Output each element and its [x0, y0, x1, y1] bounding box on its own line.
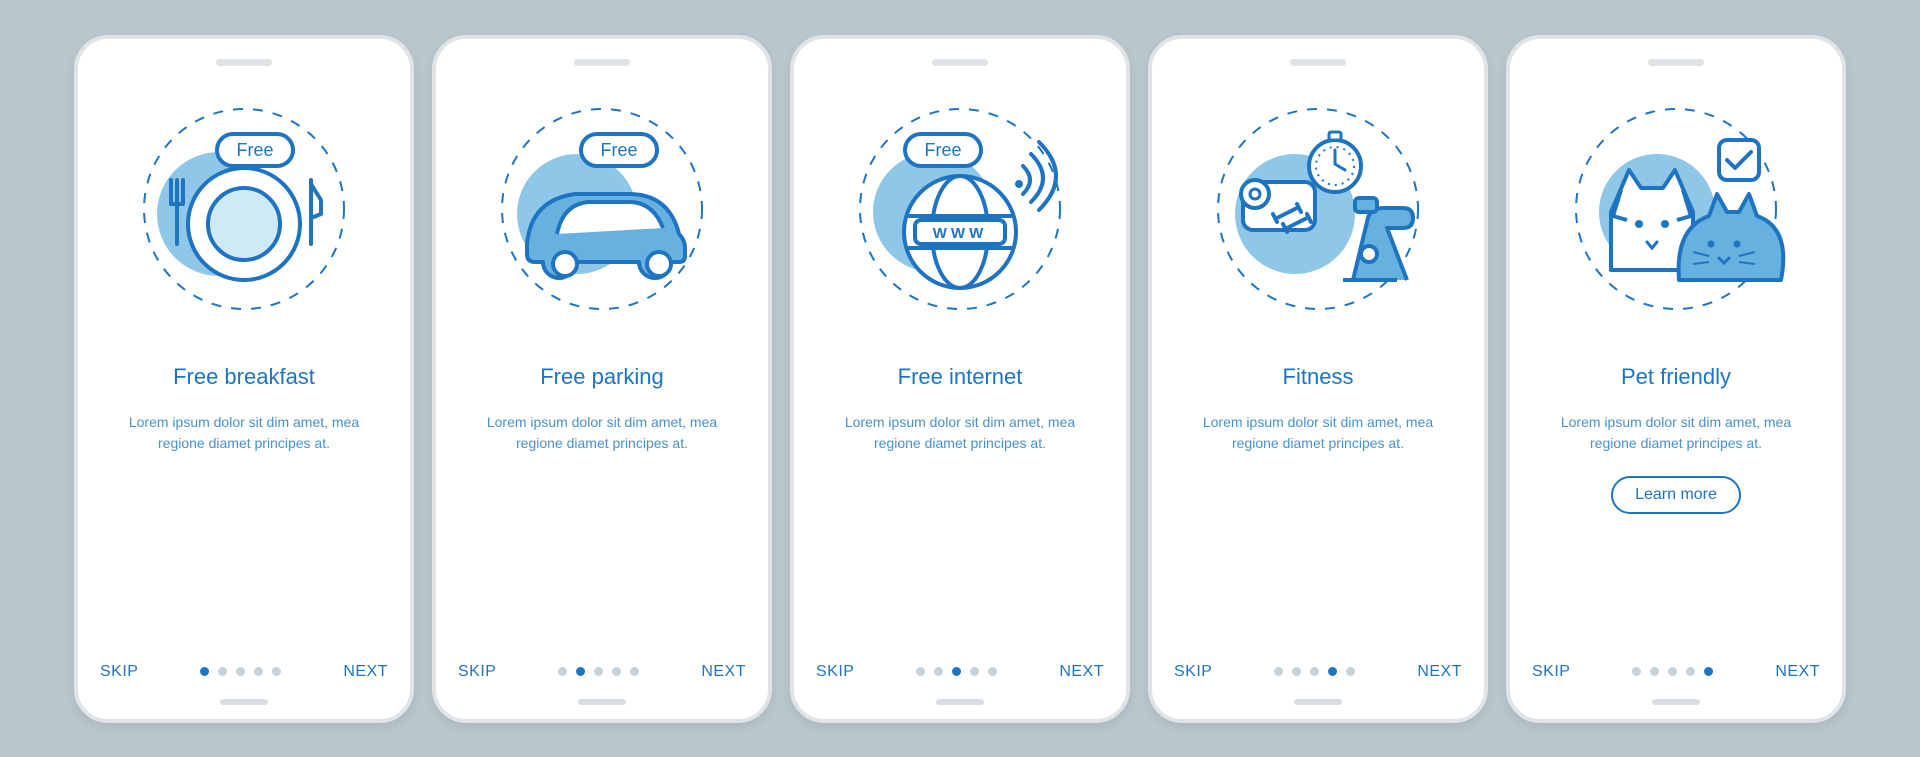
onboarding-body: Lorem ipsum dolor sit dim amet, mea regi…: [1198, 412, 1438, 454]
onboarding-body: Lorem ipsum dolor sit dim amet, mea regi…: [124, 412, 364, 454]
onboarding-nav: SKIP NEXT: [1174, 663, 1462, 681]
skip-button[interactable]: SKIP: [458, 663, 496, 681]
page-dot[interactable]: [988, 667, 997, 676]
breakfast-icon: Free: [129, 94, 359, 324]
home-indicator: [1294, 699, 1342, 705]
home-indicator: [1652, 699, 1700, 705]
page-dot[interactable]: [1310, 667, 1319, 676]
car-icon: Free: [487, 94, 717, 324]
onboarding-body: Lorem ipsum dolor sit dim amet, mea regi…: [1556, 412, 1796, 454]
onboarding-nav: SKIP NEXT: [458, 663, 746, 681]
next-button[interactable]: NEXT: [1417, 663, 1462, 681]
phone-speaker: [1290, 59, 1346, 66]
onboarding-nav: SKIP NEXT: [100, 663, 388, 681]
next-button[interactable]: NEXT: [701, 663, 746, 681]
next-button[interactable]: NEXT: [1059, 663, 1104, 681]
page-dot[interactable]: [916, 667, 925, 676]
page-dot[interactable]: [594, 667, 603, 676]
page-dot[interactable]: [1328, 667, 1337, 676]
page-dot[interactable]: [1274, 667, 1283, 676]
next-button[interactable]: NEXT: [1775, 663, 1820, 681]
onboarding-title: Free breakfast: [173, 364, 315, 390]
page-dot[interactable]: [1686, 667, 1695, 676]
page-dot[interactable]: [236, 667, 245, 676]
free-badge-text: Free: [236, 140, 273, 160]
svg-text:WWW: WWW: [933, 225, 987, 242]
page-dot[interactable]: [1632, 667, 1641, 676]
svg-text:Free: Free: [600, 140, 637, 160]
page-dot[interactable]: [1346, 667, 1355, 676]
pet-icon: [1561, 94, 1791, 324]
fitness-icon: [1203, 94, 1433, 324]
skip-button[interactable]: SKIP: [816, 663, 854, 681]
home-indicator: [220, 699, 268, 705]
page-dot[interactable]: [934, 667, 943, 676]
onboarding-title: Free internet: [898, 364, 1023, 390]
phone-speaker: [574, 59, 630, 66]
page-dots: [1274, 667, 1355, 676]
page-dot[interactable]: [576, 667, 585, 676]
page-dots: [1632, 667, 1713, 676]
skip-button[interactable]: SKIP: [1174, 663, 1212, 681]
phone-speaker: [216, 59, 272, 66]
page-dot[interactable]: [558, 667, 567, 676]
onboarding-body: Lorem ipsum dolor sit dim amet, mea regi…: [840, 412, 1080, 454]
globe-icon: WWW Free: [845, 94, 1075, 324]
page-dot[interactable]: [1668, 667, 1677, 676]
page-dots: [200, 667, 281, 676]
page-dot[interactable]: [254, 667, 263, 676]
page-dot[interactable]: [630, 667, 639, 676]
page-dot[interactable]: [1650, 667, 1659, 676]
skip-button[interactable]: SKIP: [1532, 663, 1570, 681]
onboarding-body: Lorem ipsum dolor sit dim amet, mea regi…: [482, 412, 722, 454]
page-dot[interactable]: [1292, 667, 1301, 676]
page-dots: [916, 667, 997, 676]
onboarding-nav: SKIP NEXT: [1532, 663, 1820, 681]
home-indicator: [936, 699, 984, 705]
page-dot[interactable]: [218, 667, 227, 676]
svg-text:Free: Free: [924, 140, 961, 160]
phone-speaker: [1648, 59, 1704, 66]
onboarding-title: Free parking: [540, 364, 664, 390]
onboarding-screen-parking: Free Free parking Lorem ipsum dolor sit …: [432, 35, 772, 723]
learn-more-button[interactable]: Learn more: [1611, 476, 1741, 514]
page-dots: [558, 667, 639, 676]
onboarding-title: Fitness: [1283, 364, 1354, 390]
next-button[interactable]: NEXT: [343, 663, 388, 681]
phone-speaker: [932, 59, 988, 66]
page-dot[interactable]: [952, 667, 961, 676]
onboarding-title: Pet friendly: [1621, 364, 1731, 390]
page-dot[interactable]: [970, 667, 979, 676]
home-indicator: [578, 699, 626, 705]
page-dot[interactable]: [200, 667, 209, 676]
onboarding-nav: SKIP NEXT: [816, 663, 1104, 681]
page-dot[interactable]: [612, 667, 621, 676]
page-dot[interactable]: [272, 667, 281, 676]
onboarding-screen-internet: WWW Free Free internet Lorem ipsum dolor…: [790, 35, 1130, 723]
onboarding-screen-breakfast: Free Free breakfast Lorem ipsum dolor si…: [74, 35, 414, 723]
skip-button[interactable]: SKIP: [100, 663, 138, 681]
page-dot[interactable]: [1704, 667, 1713, 676]
onboarding-screen-pet: Pet friendly Lorem ipsum dolor sit dim a…: [1506, 35, 1846, 723]
onboarding-screen-fitness: Fitness Lorem ipsum dolor sit dim amet, …: [1148, 35, 1488, 723]
